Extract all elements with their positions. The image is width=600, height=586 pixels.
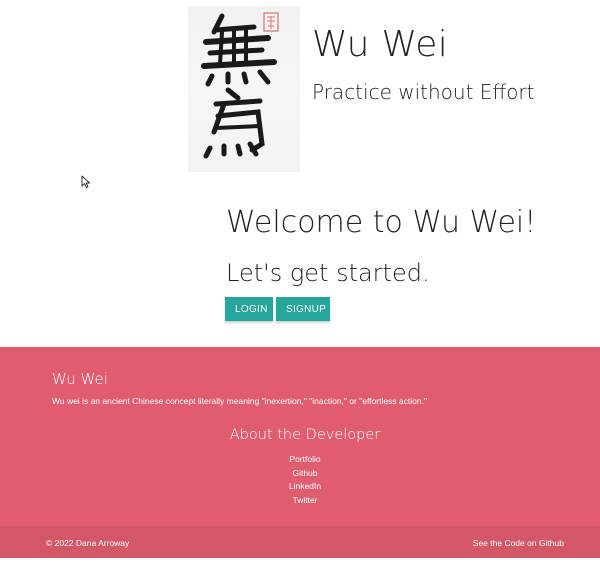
welcome-subheading: Let's get started. xyxy=(226,259,430,287)
footer-description: Wu wei is an ancient Chinese concept lit… xyxy=(52,396,427,406)
footer-title: Wu Wei xyxy=(52,370,108,388)
twitter-link[interactable]: Twitter xyxy=(0,494,600,508)
signup-button[interactable]: SIGNUP xyxy=(276,297,330,321)
linkedin-link[interactable]: LinkedIn xyxy=(0,480,600,494)
auth-buttons: LOGIN SIGNUP xyxy=(225,297,330,321)
github-link[interactable]: Github xyxy=(0,467,600,481)
source-code-link[interactable]: See the Code on Github xyxy=(473,538,564,548)
site-tagline: Practice without Effort xyxy=(312,80,535,104)
mouse-cursor-icon xyxy=(81,175,91,189)
footer-copyright-bar: © 2022 Dana Arroway See the Code on Gith… xyxy=(0,526,600,558)
welcome-heading: Welcome to Wu Wei! xyxy=(226,205,537,240)
portfolio-link[interactable]: Portfolio xyxy=(0,453,600,467)
copyright-text: © 2022 Dana Arroway xyxy=(46,538,130,548)
site-title: Wu Wei xyxy=(312,24,449,65)
calligraphy-logo-image xyxy=(188,6,300,172)
page-footer: Wu Wei Wu wei is an ancient Chinese conc… xyxy=(0,347,600,558)
about-developer-heading: About the Developer xyxy=(229,427,381,443)
developer-links: Portfolio Github LinkedIn Twitter xyxy=(0,453,600,507)
login-button[interactable]: LOGIN xyxy=(225,297,273,321)
